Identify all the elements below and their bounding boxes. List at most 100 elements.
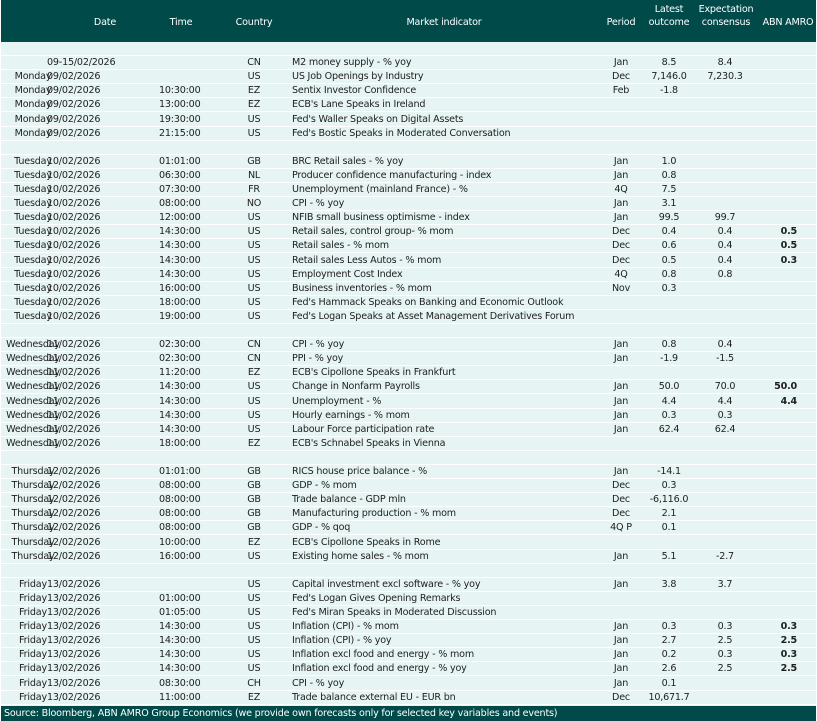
blank-row bbox=[1, 564, 816, 578]
indicator-cell: GDP - % qoq bbox=[292, 522, 351, 534]
time-cell: 01:00:00 bbox=[159, 592, 201, 604]
date-cell: 11/02/2026 bbox=[47, 437, 101, 449]
date-cell: 13/02/2026 bbox=[47, 649, 101, 661]
period-cell: Dec bbox=[612, 494, 630, 506]
country-cell: US bbox=[247, 607, 261, 618]
date-cell: 11/02/2026 bbox=[47, 353, 101, 365]
blank-row bbox=[1, 42, 816, 56]
date-cell: 13/02/2026 bbox=[47, 607, 101, 618]
indicator-cell: ECB's Cipollone Speaks in Rome bbox=[292, 536, 441, 548]
indicator-cell: Fed's Miran Speaks in Moderated Discussi… bbox=[292, 607, 497, 618]
date-cell: 09/02/2026 bbox=[47, 85, 101, 97]
country-cell: US bbox=[247, 268, 261, 280]
consensus-cell: 0.8 bbox=[717, 268, 733, 280]
table-row: Tuesday 10/02/2026 07:30:00 FR Unemployment … bbox=[1, 183, 816, 197]
table-row: Thursday 12/02/2026 08:00:00 GB GDP - % mom D… bbox=[1, 479, 816, 494]
indicator-cell: M2 money supply - % yoy bbox=[292, 57, 412, 69]
latest-outcome-cell: 0.8 bbox=[661, 268, 677, 280]
table-row: Monday 09/02/2026 19:30:00 US Fed's Waller S… bbox=[1, 113, 816, 127]
country-cell: CN bbox=[247, 57, 261, 69]
date-cell: 11/02/2026 bbox=[47, 381, 101, 393]
table-row: Friday 13/02/2026 11:00:00 EZ Trade balance … bbox=[1, 691, 816, 705]
indicator-cell: PPI - % yoy bbox=[292, 353, 344, 365]
indicator-cell: Unemployment - % bbox=[292, 395, 382, 407]
latest-outcome-cell: 0.3 bbox=[661, 282, 677, 294]
country-cell: US bbox=[247, 621, 261, 633]
latest-outcome-cell: -1.8 bbox=[660, 85, 678, 97]
country-cell: EZ bbox=[247, 99, 261, 111]
time-cell: 13:00:00 bbox=[159, 99, 201, 111]
period-cell: Dec bbox=[612, 508, 630, 520]
indicator-cell: CPI - % yoy bbox=[292, 339, 345, 351]
abn-amro-forecast-cell: 50.0 bbox=[774, 381, 797, 393]
latest-outcome-cell: 3.1 bbox=[661, 198, 677, 210]
table-row: Thursday 12/02/2026 10:00:00 EZ ECB's Cipoll… bbox=[1, 536, 816, 550]
blank-row bbox=[1, 451, 816, 465]
consensus-cell: 0.3 bbox=[717, 621, 733, 633]
header-market-indicator: Market indicator bbox=[406, 17, 482, 28]
country-cell: EZ bbox=[247, 437, 261, 449]
table-row: Tuesday 10/02/2026 12:00:00 US NFIB small bu… bbox=[1, 211, 816, 226]
date-cell: 10/02/2026 bbox=[47, 155, 101, 167]
period-cell: Jan bbox=[613, 677, 629, 689]
abn-amro-forecast-cell: 4.4 bbox=[780, 395, 798, 407]
date-cell: 10/02/2026 bbox=[47, 282, 101, 294]
indicator-cell: Labour Force participation rate bbox=[292, 423, 435, 435]
time-cell: 01:05:00 bbox=[159, 607, 201, 618]
country-cell: US bbox=[247, 127, 261, 139]
table-row: Thursday 12/02/2026 08:00:00 GB Trade balanc… bbox=[1, 493, 816, 508]
indicator-cell: Fed's Logan Gives Opening Remarks bbox=[292, 592, 461, 604]
indicator-cell: NFIB small business optimisme - index bbox=[292, 212, 470, 224]
table-row: Wednesday 11/02/2026 14:30:00 US Hourly earn… bbox=[1, 409, 816, 423]
country-cell: US bbox=[247, 395, 261, 407]
table-row: Friday 13/02/2026 14:30:00 US Inflation (CPI… bbox=[1, 620, 816, 635]
country-cell: GB bbox=[247, 155, 261, 167]
period-cell: Jan bbox=[613, 550, 629, 562]
country-cell: US bbox=[247, 635, 261, 647]
indicator-cell: Capital investment excl software - % yoy bbox=[292, 578, 481, 590]
blank-row bbox=[1, 324, 816, 338]
date-cell: 09-15/02/2026 bbox=[47, 57, 116, 69]
time-cell: 01:01:00 bbox=[159, 155, 201, 167]
country-cell: US bbox=[247, 663, 261, 675]
indicator-cell: Inflation (CPI) - % yoy bbox=[292, 635, 392, 647]
period-cell: Dec bbox=[612, 480, 630, 492]
time-cell: 02:30:00 bbox=[159, 339, 201, 351]
latest-outcome-cell: 2.1 bbox=[661, 508, 677, 520]
period-cell: 4Q bbox=[614, 268, 628, 280]
consensus-cell: 70.0 bbox=[714, 381, 736, 393]
abn-amro-forecast-cell: 2.5 bbox=[780, 663, 798, 675]
latest-outcome-cell: 0.5 bbox=[661, 254, 677, 266]
latest-outcome-cell: 0.6 bbox=[661, 240, 677, 252]
country-cell: GB bbox=[247, 466, 261, 477]
indicator-cell: Fed's Waller Speaks on Digital Assets bbox=[292, 113, 464, 125]
date-cell: 09/02/2026 bbox=[47, 71, 101, 83]
latest-outcome-cell: 5.1 bbox=[661, 550, 677, 562]
table-row: Tuesday 10/02/2026 14:30:00 US Retail sales … bbox=[1, 254, 816, 268]
table-row: Friday 13/02/2026 14:30:00 US Inflation excl… bbox=[1, 648, 816, 663]
indicator-cell: RICS house price balance - % bbox=[292, 466, 428, 477]
date-cell: 12/02/2026 bbox=[47, 480, 101, 492]
country-cell: US bbox=[247, 226, 261, 238]
period-cell: Jan bbox=[613, 635, 629, 647]
time-cell: 19:30:00 bbox=[159, 113, 201, 125]
time-cell: 14:30:00 bbox=[159, 635, 201, 647]
latest-outcome-cell: 0.8 bbox=[661, 339, 677, 351]
time-cell: 18:00:00 bbox=[159, 296, 201, 308]
period-cell: Jan bbox=[613, 339, 629, 351]
country-cell: EZ bbox=[247, 691, 261, 703]
table-row: Wednesday 11/02/2026 11:20:00 EZ ECB's Cipol… bbox=[1, 366, 816, 381]
date-cell: 10/02/2026 bbox=[47, 296, 101, 308]
table-row: Monday 09/02/2026 10:30:00 EZ Sentix Investo… bbox=[1, 84, 816, 99]
table-row: Friday 13/02/2026 08:30:00 CH CPI - % yoy Jan… bbox=[1, 677, 816, 691]
date-cell: 13/02/2026 bbox=[47, 592, 101, 604]
date-cell: 13/02/2026 bbox=[47, 691, 101, 703]
table-row: Friday 13/02/2026 01:00:00 US Fed's Logan Gi… bbox=[1, 592, 816, 606]
country-cell: US bbox=[247, 310, 261, 322]
table-row: 09-15/02/2026 CN M2 money supply - % yoy Ja… bbox=[1, 56, 816, 71]
date-cell: 10/02/2026 bbox=[47, 184, 101, 195]
indicator-cell: BRC Retail sales - % yoy bbox=[292, 155, 404, 167]
period-cell: 4Q P bbox=[610, 522, 632, 534]
date-cell: 10/02/2026 bbox=[47, 240, 101, 252]
indicator-cell: ECB's Lane Speaks in Ireland bbox=[292, 99, 426, 111]
